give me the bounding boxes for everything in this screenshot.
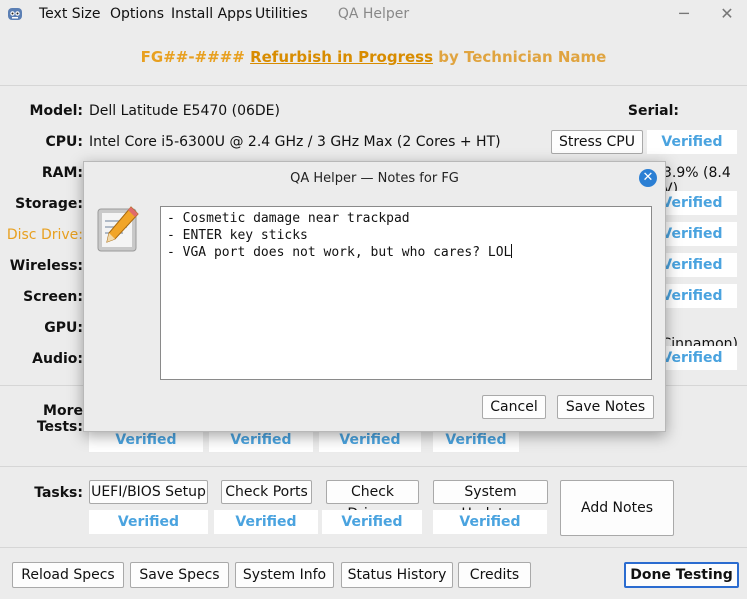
ram-label: RAM: <box>41 165 83 181</box>
banner-by: by <box>438 48 459 66</box>
storage-label: Storage: <box>15 196 83 212</box>
status-history-button[interactable]: Status History <box>341 562 453 588</box>
text-cursor <box>511 244 513 258</box>
disc-drive-label: Disc Drive: <box>6 227 83 243</box>
minimize-icon[interactable]: ─ <box>673 4 695 24</box>
system-updates-button[interactable]: System Updates <box>433 480 548 522</box>
notes-line-3: - VGA port does not work, but who cares?… <box>167 245 512 260</box>
uefi-bios-setup-button[interactable]: UEFI/BIOS Setup <box>89 480 208 504</box>
menu-options[interactable]: Options <box>110 6 164 22</box>
menu-utilities[interactable]: Utilities <box>255 6 308 22</box>
menu-text-size[interactable]: Text Size <box>39 6 101 22</box>
done-testing-button[interactable]: Done Testing <box>624 562 739 588</box>
gpu-label: GPU: <box>44 320 83 336</box>
divider <box>0 466 747 467</box>
dialog-close-icon[interactable]: ✕ <box>639 169 657 187</box>
tasks-label: Tasks: <box>34 485 83 501</box>
banner-line: FG##-#### Refurbish in Progress by Techn… <box>0 48 747 66</box>
notes-line-2: - ENTER key sticks <box>167 228 308 243</box>
more-tests-label: More Tests: <box>36 403 83 435</box>
model-value: Dell Latitude E5470 (06DE) <box>89 103 280 119</box>
close-window-icon[interactable]: ✕ <box>716 4 738 24</box>
check-ports-button[interactable]: Check Ports <box>221 480 312 504</box>
menu-install-apps[interactable]: Install Apps <box>171 6 252 22</box>
banner-technician: Technician Name <box>464 48 607 66</box>
banner-status-link[interactable]: Refurbish in Progress <box>250 48 433 66</box>
add-notes-button[interactable]: Add Notes <box>560 480 674 536</box>
cancel-button[interactable]: Cancel <box>482 395 546 419</box>
notepad-pencil-icon <box>97 206 139 252</box>
model-label: Model: <box>29 103 83 119</box>
notes-textarea[interactable]: - Cosmetic damage near trackpad - ENTER … <box>160 206 652 380</box>
stress-cpu-button[interactable]: Stress CPU <box>551 130 643 154</box>
save-specs-button[interactable]: Save Specs <box>130 562 229 588</box>
serial-label: Serial: <box>627 103 679 119</box>
divider <box>0 547 747 548</box>
screen-label: Screen: <box>23 289 83 305</box>
task-status-uefi: Verified <box>89 510 208 534</box>
task-status-drivers: Verified <box>322 510 422 534</box>
dialog-title: QA Helper — Notes for FG <box>290 171 459 186</box>
save-notes-button[interactable]: Save Notes <box>557 395 654 419</box>
cpu-value: Intel Core i5-6300U @ 2.4 GHz / 3 GHz Ma… <box>89 134 501 150</box>
task-status-updates: Verified <box>433 510 547 534</box>
reload-specs-button[interactable]: Reload Specs <box>12 562 124 588</box>
notes-dialog: QA Helper — Notes for FG ✕ - Cosmetic da… <box>83 161 666 432</box>
cpu-status-badge: Verified <box>647 130 737 154</box>
task-status-ports: Verified <box>214 510 318 534</box>
credits-button[interactable]: Credits <box>458 562 531 588</box>
check-drivers-button[interactable]: Check Drivers <box>326 480 419 522</box>
notes-line-1: - Cosmetic damage near trackpad <box>167 211 410 226</box>
audio-label: Audio: <box>32 351 83 367</box>
menubar: Text Size Options Install Apps Utilities… <box>0 0 747 28</box>
app-logo-icon <box>8 8 22 20</box>
system-info-button[interactable]: System Info <box>235 562 334 588</box>
cpu-label: CPU: <box>45 134 83 150</box>
banner-id: FG##-#### <box>140 48 245 66</box>
wireless-label: Wireless: <box>9 258 83 274</box>
